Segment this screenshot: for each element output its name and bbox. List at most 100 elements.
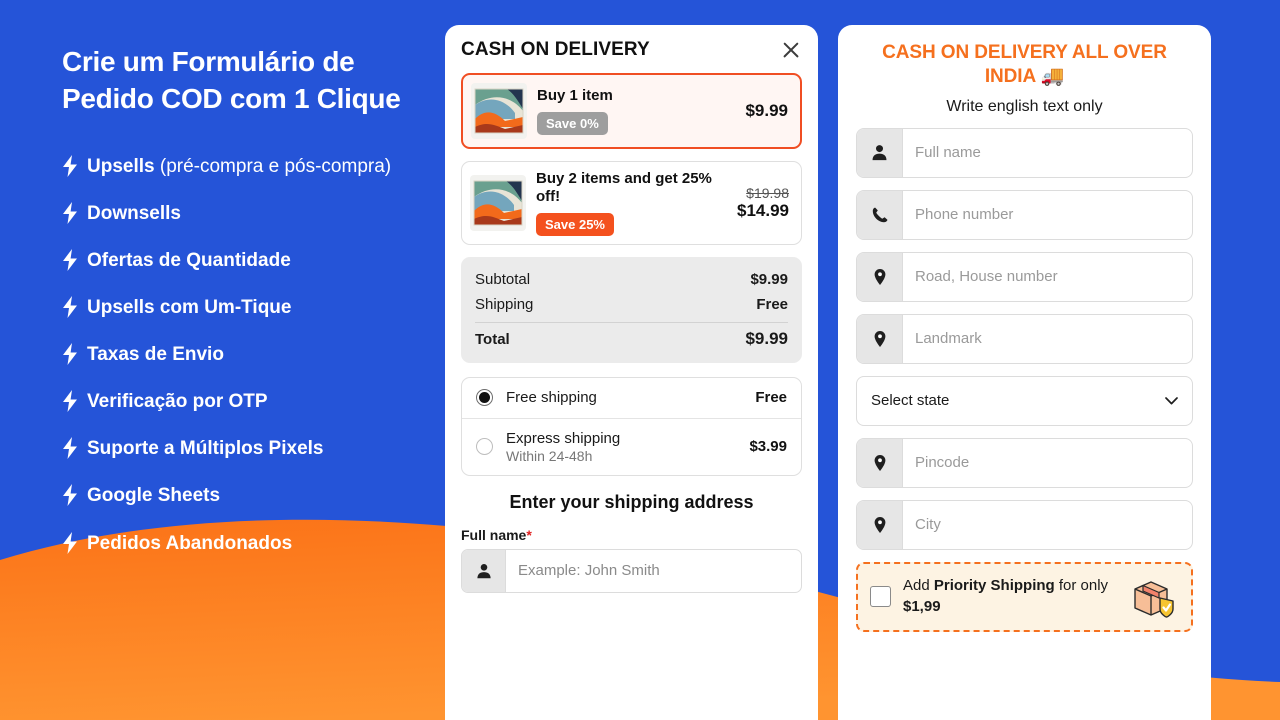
page-title: Crie um Formulário de Pedido COD com 1 C… (62, 46, 401, 114)
pincode-input-placeholder[interactable]: Pincode (903, 439, 1192, 487)
priority-shipping-upsell[interactable]: Add Priority Shipping for only $1,99 (856, 561, 1193, 632)
package-shield-icon (1134, 580, 1174, 618)
bolt-icon (63, 390, 77, 413)
full-name-label-text: Full name (461, 526, 527, 543)
cart-title: CASH ON DELIVERY (461, 39, 650, 60)
required-marker: * (526, 526, 532, 543)
landmark-field[interactable]: Landmark (856, 313, 1193, 364)
feature-label: Pedidos Abandonados (87, 532, 293, 554)
shipping-option-sublabel: Within 24-48h (506, 447, 593, 464)
full-name-label: Full name* (461, 527, 802, 543)
summary-row-total: Total $9.99 (475, 325, 788, 353)
bolt-icon (63, 343, 77, 366)
priority-prefix: Add (903, 577, 934, 595)
list-item: Downsells (62, 201, 442, 226)
shipping-option-price: Free (755, 389, 787, 407)
shipping-options: Free shipping Free Express shipping With… (461, 376, 802, 476)
list-item: Upsells (pré-compra e pós-compra) (62, 154, 442, 179)
cart-header: CASH ON DELIVERY (461, 39, 802, 61)
bolt-icon (63, 249, 77, 272)
summary-value: $9.99 (745, 328, 788, 348)
person-icon (857, 128, 903, 177)
bolt-icon (63, 531, 77, 554)
full-name-field[interactable]: Example: John Smith (461, 548, 802, 593)
road-house-field[interactable]: Road, House number (856, 251, 1193, 302)
bolt-icon (63, 201, 77, 224)
pin-icon (857, 314, 903, 363)
list-item: Verificação por OTP (62, 389, 442, 414)
chevron-down-icon (1165, 396, 1178, 405)
form-subtitle: Write english text only (946, 97, 1103, 115)
priority-strong: Priority Shipping (933, 577, 1055, 595)
priority-shipping-checkbox[interactable] (870, 586, 891, 608)
city-input-placeholder[interactable]: City (903, 501, 1192, 549)
summary-row-subtotal: Subtotal $9.99 (475, 267, 788, 292)
offer-price: $9.99 (745, 101, 788, 120)
bolt-icon (63, 437, 77, 460)
product-thumbnail (471, 83, 527, 139)
phone-number-field[interactable]: Phone number (856, 189, 1193, 240)
phone-number-input-placeholder[interactable]: Phone number (903, 191, 1192, 239)
feature-label: Ofertas de Quantidade (87, 250, 291, 272)
state-select-value: Select state (871, 392, 950, 410)
product-thumbnail (470, 174, 526, 231)
offer-name: Buy 2 items and get 25% off! (536, 170, 712, 206)
list-item: Pedidos Abandonados (62, 531, 442, 556)
person-icon (462, 549, 506, 592)
shipping-option-label: Free shipping (506, 388, 597, 406)
offer-card-buy-2[interactable]: Buy 2 items and get 25% off! Save 25% $1… (461, 161, 802, 245)
order-summary: Subtotal $9.99 Shipping Free Total $9.99 (461, 256, 802, 363)
pincode-field[interactable]: Pincode (856, 437, 1193, 488)
list-item: Taxas de Envio (62, 342, 442, 367)
feature-label: Google Sheets (87, 485, 221, 507)
phone-icon (857, 190, 903, 239)
full-name-input-placeholder[interactable]: Example: John Smith (506, 550, 801, 592)
offer-price: $14.99 (737, 200, 789, 220)
offer-name: Buy 1 item (537, 87, 613, 105)
feature-label: Upsells com Um-Tique (87, 297, 292, 319)
form-title: CASH ON DELIVERY ALL OVER INDIA 🚚 (882, 42, 1167, 88)
summary-value: $9.99 (750, 270, 788, 288)
bolt-icon (63, 484, 77, 507)
radio-icon[interactable] (476, 438, 493, 456)
bolt-icon (63, 296, 77, 319)
priority-shipping-label: Add Priority Shipping for only $1,99 (903, 576, 1123, 617)
status-badge: Save 0% (537, 111, 608, 135)
city-field[interactable]: City (856, 499, 1193, 550)
cart-panel: CASH ON DELIVERY Buy 1 item Save 0% $9.9… (445, 25, 818, 720)
divider (475, 321, 788, 323)
shipping-option-free[interactable]: Free shipping Free (462, 378, 801, 418)
shipping-option-price: $3.99 (749, 438, 787, 456)
pin-icon (857, 438, 903, 487)
shipping-option-label: Express shipping (506, 429, 621, 447)
feature-label: Upsells (87, 155, 155, 177)
state-select[interactable]: Select state (856, 375, 1193, 426)
list-item: Google Sheets (62, 483, 442, 508)
shipping-address-heading: Enter your shipping address (509, 491, 754, 512)
close-icon[interactable] (780, 39, 802, 61)
full-name-field[interactable]: Full name (856, 127, 1193, 178)
priority-middle: for only (1054, 577, 1109, 595)
feature-sublabel: (pré-compra e pós-compra) (154, 155, 392, 177)
feature-label: Downsells (87, 202, 181, 224)
radio-icon[interactable] (476, 389, 493, 407)
bolt-icon (63, 154, 77, 177)
landmark-input-placeholder[interactable]: Landmark (903, 315, 1192, 363)
pin-icon (857, 500, 903, 549)
feature-label: Suporte a Múltiplos Pixels (87, 438, 324, 460)
promo-banner: Crie um Formulário de Pedido COD com 1 C… (0, 0, 1280, 720)
list-item: Ofertas de Quantidade (62, 248, 442, 273)
promo-column: Crie um Formulário de Pedido COD com 1 C… (62, 44, 442, 578)
list-item: Upsells com Um-Tique (62, 295, 442, 320)
summary-row-shipping: Shipping Free (475, 292, 788, 317)
road-house-input-placeholder[interactable]: Road, House number (903, 253, 1192, 301)
full-name-input-placeholder[interactable]: Full name (903, 129, 1192, 177)
status-badge: Save 25% (536, 212, 614, 236)
shipping-option-express[interactable]: Express shipping Within 24-48h $3.99 (462, 417, 801, 475)
feature-label: Verificação por OTP (87, 391, 268, 413)
priority-price: $1,99 (903, 597, 941, 615)
summary-label: Subtotal (475, 270, 531, 288)
offer-card-buy-1[interactable]: Buy 1 item Save 0% $9.99 (461, 73, 802, 149)
feature-list: Upsells (pré-compra e pós-compra) Downse… (62, 154, 442, 556)
offer-old-price: $19.98 (746, 184, 789, 201)
